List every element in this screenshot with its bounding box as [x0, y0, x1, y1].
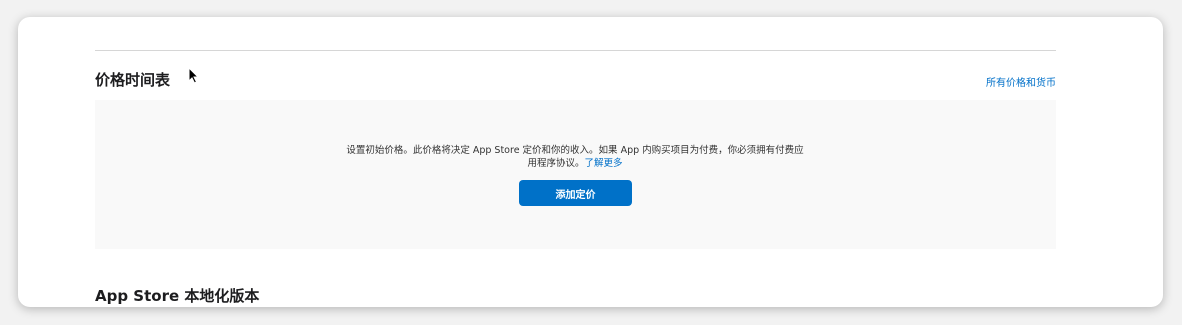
- mouse-pointer-icon: [188, 67, 199, 84]
- learn-more-link[interactable]: 了解更多: [585, 158, 623, 169]
- app-window: 价格时间表 所有价格和货币 设置初始价格。此价格将决定 App Store 定价…: [18, 17, 1163, 307]
- app-store-localizations-title: App Store 本地化版本: [95, 287, 260, 305]
- pricing-empty-state-text: 设置初始价格。此价格将决定 App Store 定价和你的收入。如果 App 内…: [346, 145, 804, 169]
- pricing-section-title: 价格时间表: [95, 71, 171, 89]
- add-pricing-button[interactable]: 添加定价: [519, 180, 632, 206]
- pricing-empty-state-message: 设置初始价格。此价格将决定 App Store 定价和你的收入。如果 App 内…: [343, 145, 807, 170]
- section-divider: [95, 50, 1056, 51]
- all-prices-and-currencies-link[interactable]: 所有价格和货币: [986, 74, 1056, 89]
- pricing-empty-state-panel: 设置初始价格。此价格将决定 App Store 定价和你的收入。如果 App 内…: [95, 100, 1056, 249]
- pricing-section-header: 价格时间表 所有价格和货币: [95, 67, 1056, 91]
